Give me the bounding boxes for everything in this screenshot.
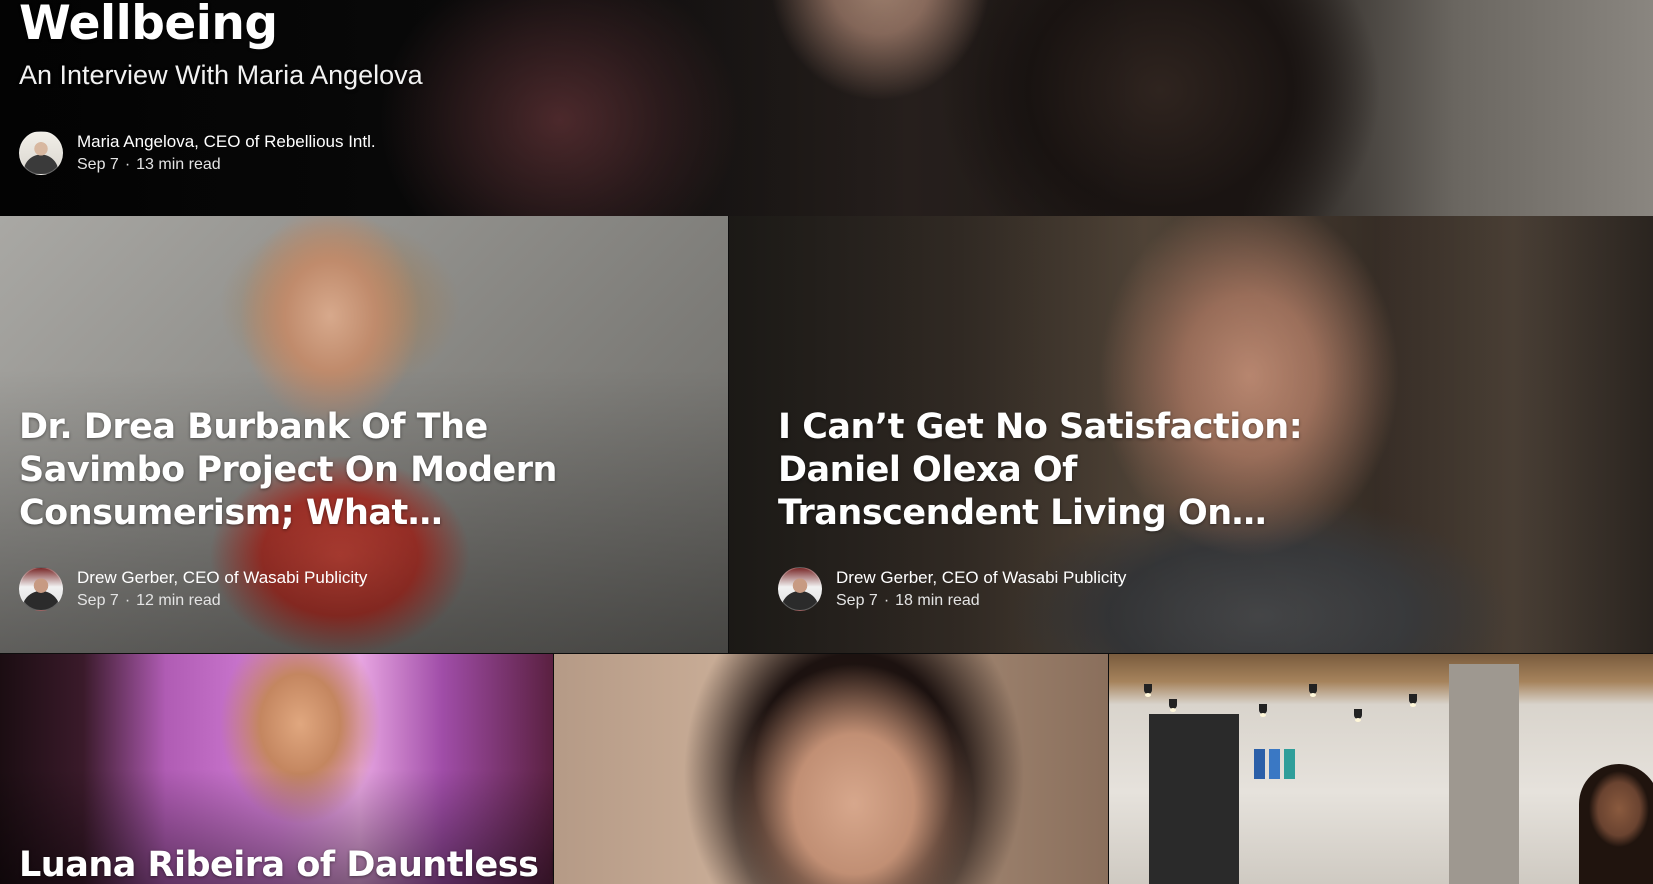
article-card[interactable]: Luana Ribeira of Dauntless PR: 5 [0, 654, 553, 884]
article-byline: Maria Angelova, CEO of Rebellious Intl. … [19, 130, 376, 176]
article-title[interactable]: Luana Ribeira of Dauntless PR: 5 [19, 844, 553, 884]
author-name[interactable]: Drew Gerber, CEO of Wasabi Publicity [836, 566, 1126, 590]
article-card-hero[interactable]: Wellbeing An Interview With Maria Angelo… [0, 0, 1653, 216]
author-name[interactable]: Drew Gerber, CEO of Wasabi Publicity [77, 566, 367, 590]
separator-dot: · [883, 592, 890, 609]
publish-date: Sep 7 [77, 156, 119, 173]
article-card[interactable] [554, 654, 1108, 884]
article-title[interactable]: Dr. Drea Burbank Of The Savimbo Project … [19, 406, 659, 535]
article-cover-image [554, 654, 1108, 884]
article-card[interactable]: I Can’t Get No Satisfaction: Daniel Olex… [729, 216, 1653, 653]
article-byline: Drew Gerber, CEO of Wasabi Publicity Sep… [778, 566, 1126, 612]
author-avatar[interactable] [778, 567, 822, 611]
article-byline: Drew Gerber, CEO of Wasabi Publicity Sep… [19, 566, 367, 612]
article-title[interactable]: I Can’t Get No Satisfaction: Daniel Olex… [778, 406, 1338, 535]
publish-date: Sep 7 [836, 592, 878, 609]
article-subtitle: An Interview With Maria Angelova [19, 60, 423, 90]
author-name[interactable]: Maria Angelova, CEO of Rebellious Intl. [77, 130, 376, 154]
publish-date: Sep 7 [77, 592, 119, 609]
article-title[interactable]: Wellbeing [19, 0, 278, 54]
article-stats: Sep 7 · 13 min read [77, 154, 376, 176]
read-time: 13 min read [136, 156, 221, 173]
separator-dot: · [124, 156, 131, 173]
article-stats: Sep 7 · 12 min read [77, 590, 367, 612]
article-stats: Sep 7 · 18 min read [836, 590, 1126, 612]
read-time: 18 min read [895, 592, 980, 609]
article-card[interactable] [1109, 654, 1653, 884]
read-time: 12 min read [136, 592, 221, 609]
article-card[interactable]: Dr. Drea Burbank Of The Savimbo Project … [0, 216, 728, 653]
separator-dot: · [124, 592, 131, 609]
author-avatar[interactable] [19, 131, 63, 175]
author-avatar[interactable] [19, 567, 63, 611]
